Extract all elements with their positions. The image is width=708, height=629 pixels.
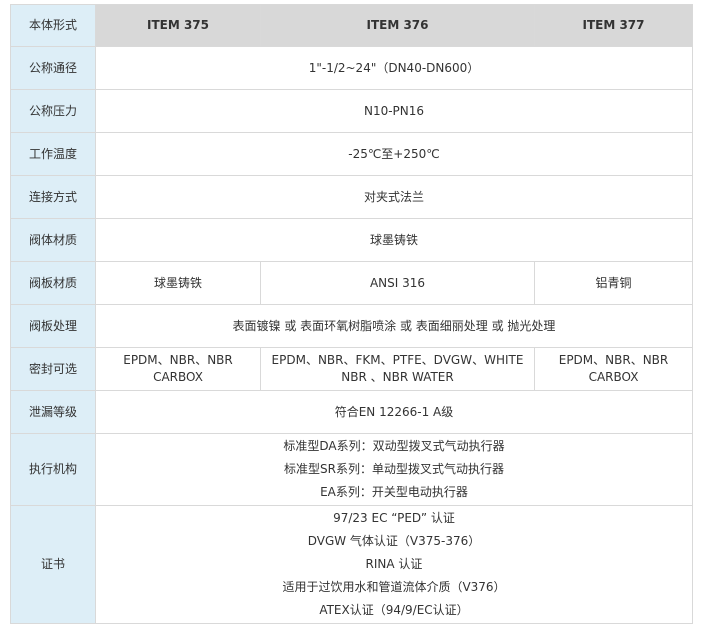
table-row-certificates: 证书 97/23 EC “PED” 认证 DVGW 气体认证（V375-376）… [10, 505, 693, 624]
row-label-seal-options: 密封可选 [10, 347, 96, 391]
certificates-value: 97/23 EC “PED” 认证 DVGW 气体认证（V375-376） RI… [95, 505, 693, 624]
actuator-value: 标准型DA系列：双动型拨叉式气动执行器 标准型SR系列：单动型拨叉式气动执行器 … [95, 433, 693, 506]
row-label-size: 公称通径 [10, 46, 96, 90]
disc-material-item-376: ANSI 316 [260, 261, 535, 305]
row-label-body-material: 阀体材质 [10, 218, 96, 262]
body-material-value: 球墨铸铁 [95, 218, 693, 262]
disc-material-item-375: 球墨铸铁 [95, 261, 261, 305]
certificate-line: 适用于过饮用水和管道流体介质（V376） [282, 580, 506, 594]
certificate-line: RINA 认证 [365, 557, 423, 571]
actuator-line: EA系列：开关型电动执行器 [320, 485, 468, 499]
seal-options-item-377: EPDM、NBR、NBR CARBOX [534, 347, 693, 391]
column-header-item-375: ITEM 375 [95, 4, 261, 47]
actuator-line: 标准型DA系列：双动型拨叉式气动执行器 [283, 439, 505, 453]
certificate-line: 97/23 EC “PED” 认证 [333, 511, 455, 525]
actuator-line: 标准型SR系列：单动型拨叉式气动执行器 [284, 462, 504, 476]
column-header-item-376: ITEM 376 [260, 4, 535, 47]
row-label-temperature: 工作温度 [10, 132, 96, 176]
row-label-form: 本体形式 [10, 4, 96, 47]
table-row-leakage: 泄漏等级 符合EN 12266-1 A级 [10, 390, 693, 434]
spec-table: 本体形式 ITEM 375 ITEM 376 ITEM 377 公称通径 1"-… [10, 4, 693, 624]
seal-options-item-375: EPDM、NBR、NBR CARBOX [95, 347, 261, 391]
row-label-actuator: 执行机构 [10, 433, 96, 506]
row-label-connection: 连接方式 [10, 175, 96, 219]
table-header-row: 本体形式 ITEM 375 ITEM 376 ITEM 377 [10, 4, 693, 47]
row-label-disc-treatment: 阀板处理 [10, 304, 96, 348]
disc-material-item-377: 铝青铜 [534, 261, 693, 305]
temperature-value: -25℃至+250℃ [95, 132, 693, 176]
disc-treatment-value: 表面镀镍 或 表面环氧树脂喷涂 或 表面细丽处理 或 抛光处理 [95, 304, 693, 348]
table-row-seal-options: 密封可选 EPDM、NBR、NBR CARBOX EPDM、NBR、FKM、PT… [10, 347, 693, 391]
row-label-leakage: 泄漏等级 [10, 390, 96, 434]
table-row-temperature: 工作温度 -25℃至+250℃ [10, 132, 693, 176]
leakage-value: 符合EN 12266-1 A级 [95, 390, 693, 434]
table-row-size: 公称通径 1"-1/2~24"（DN40-DN600） [10, 46, 693, 90]
table-row-disc-material: 阀板材质 球墨铸铁 ANSI 316 铝青铜 [10, 261, 693, 305]
column-header-item-377: ITEM 377 [534, 4, 693, 47]
table-row-connection: 连接方式 对夹式法兰 [10, 175, 693, 219]
table-row-actuator: 执行机构 标准型DA系列：双动型拨叉式气动执行器 标准型SR系列：单动型拨叉式气… [10, 433, 693, 506]
row-label-certificates: 证书 [10, 505, 96, 624]
connection-value: 对夹式法兰 [95, 175, 693, 219]
pressure-value: N10-PN16 [95, 89, 693, 133]
row-label-pressure: 公称压力 [10, 89, 96, 133]
table-row-body-material: 阀体材质 球墨铸铁 [10, 218, 693, 262]
table-row-disc-treatment: 阀板处理 表面镀镍 或 表面环氧树脂喷涂 或 表面细丽处理 或 抛光处理 [10, 304, 693, 348]
row-label-disc-material: 阀板材质 [10, 261, 96, 305]
size-value: 1"-1/2~24"（DN40-DN600） [95, 46, 693, 90]
certificate-line: DVGW 气体认证（V375-376） [307, 534, 481, 548]
certificate-line: ATEX认证（94/9/EC认证） [319, 603, 469, 617]
table-row-pressure: 公称压力 N10-PN16 [10, 89, 693, 133]
seal-options-item-376: EPDM、NBR、FKM、PTFE、DVGW、WHITE NBR 、NBR WA… [260, 347, 535, 391]
